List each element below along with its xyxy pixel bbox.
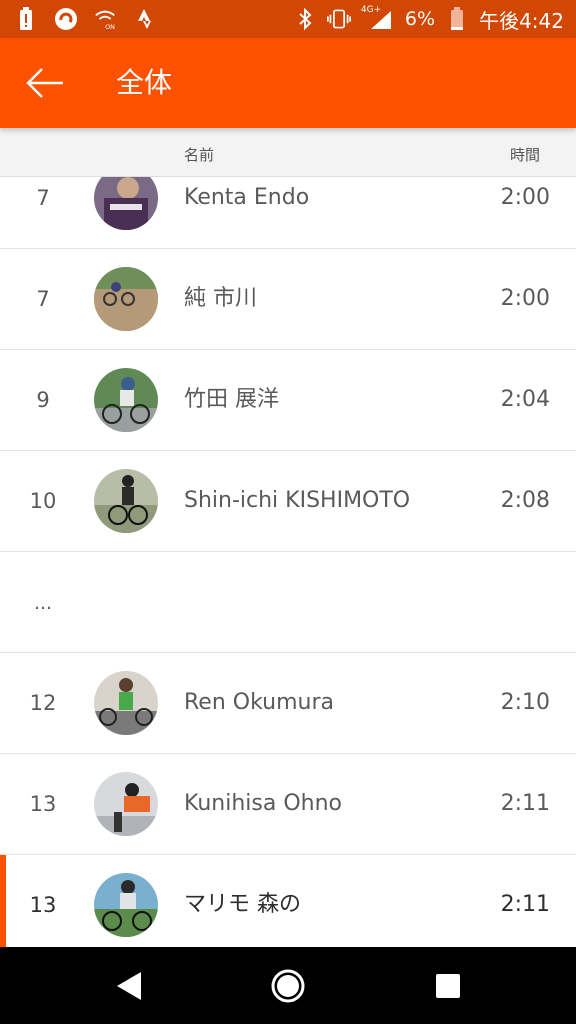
athlete-name[interactable]: 竹田 展洋 <box>184 350 279 450</box>
nav-recents-icon <box>436 974 460 998</box>
strava-icon <box>134 7 158 31</box>
athlete-name[interactable]: Ren Okumura <box>184 653 334 753</box>
vibrate-icon <box>326 7 351 31</box>
athlete-name[interactable]: Shin-ichi KISHIMOTO <box>184 451 410 551</box>
rank: 13 <box>29 792 57 816</box>
athlete-name[interactable]: Kunihisa Ohno <box>184 754 342 854</box>
leaderboard-row[interactable]: 12 Ren Okumura 2:10 <box>0 653 576 755</box>
table-header: 名前 時間 <box>0 128 576 177</box>
network-type: 4G+ <box>360 5 382 15</box>
svg-text:ON: ON <box>105 23 115 31</box>
clock: 午後4:42 <box>479 8 564 33</box>
segment-time: 2:11 <box>500 892 550 917</box>
segment-time: 2:04 <box>500 387 550 412</box>
status-bar: ON 4G+ 6% 午後4:42 <box>0 0 576 38</box>
leaderboard-list[interactable]: 7 Kenta Endo 2:00 7 純 市川 2:00 9 竹田 展洋 2:… <box>0 177 576 947</box>
avatar[interactable] <box>94 671 158 735</box>
column-header-time: 時間 <box>509 146 540 164</box>
avatar[interactable] <box>94 873 158 937</box>
battery-icon <box>445 7 469 31</box>
segment-time: 2:00 <box>500 286 550 311</box>
leaderboard-row[interactable]: 7 純 市川 2:00 <box>0 249 576 351</box>
athlete-name[interactable]: 純 市川 <box>184 249 257 349</box>
nav-back-button[interactable] <box>104 961 154 1011</box>
battery-percent: 6% <box>404 8 436 30</box>
rank: 7 <box>36 287 50 311</box>
current-athlete-row[interactable]: 13 マリモ 森の 2:11 <box>0 855 576 947</box>
segment-time: 2:00 <box>500 185 550 210</box>
wifi-calling-icon: ON <box>94 7 118 31</box>
rank: 13 <box>29 893 57 917</box>
segment-time: 2:11 <box>500 791 550 816</box>
avatar[interactable] <box>94 177 158 230</box>
avatar[interactable] <box>94 267 158 331</box>
segment-time: 2:08 <box>500 488 550 513</box>
leaderboard-row[interactable]: 13 Kunihisa Ohno 2:11 <box>0 754 576 856</box>
ellipsis: … <box>34 593 52 614</box>
nav-home-icon <box>271 969 305 1003</box>
avatar[interactable] <box>94 368 158 432</box>
page-title: 全体 <box>116 66 173 99</box>
rank: 10 <box>29 489 57 513</box>
avatar[interactable] <box>94 772 158 836</box>
rank: 9 <box>36 388 50 412</box>
athlete-name[interactable]: マリモ 森の <box>184 855 301 947</box>
avatar[interactable] <box>94 469 158 533</box>
skipped-ranks-row: … <box>0 552 576 654</box>
nav-back-icon <box>117 972 141 1000</box>
arrow-back-icon <box>26 68 63 98</box>
app-notification-icon <box>54 7 78 31</box>
rank: 12 <box>29 691 57 715</box>
leaderboard-row[interactable]: 10 Shin-ichi KISHIMOTO 2:08 <box>0 451 576 553</box>
leaderboard-row[interactable]: 9 竹田 展洋 2:04 <box>0 350 576 452</box>
system-nav-bar <box>0 947 576 1024</box>
column-header-name: 名前 <box>184 146 215 164</box>
nav-home-button[interactable] <box>263 961 313 1011</box>
leaderboard-row[interactable]: 7 Kenta Endo 2:00 <box>0 177 576 250</box>
back-button[interactable] <box>22 60 68 106</box>
battery-alert-icon <box>14 7 38 31</box>
signal-icon: 4G+ <box>360 5 395 31</box>
nav-recents-button[interactable] <box>423 961 473 1011</box>
bluetooth-icon <box>293 7 317 31</box>
segment-time: 2:10 <box>500 690 550 715</box>
athlete-name[interactable]: Kenta Endo <box>184 177 309 248</box>
app-bar: 全体 <box>0 38 576 128</box>
rank: 7 <box>36 186 50 210</box>
